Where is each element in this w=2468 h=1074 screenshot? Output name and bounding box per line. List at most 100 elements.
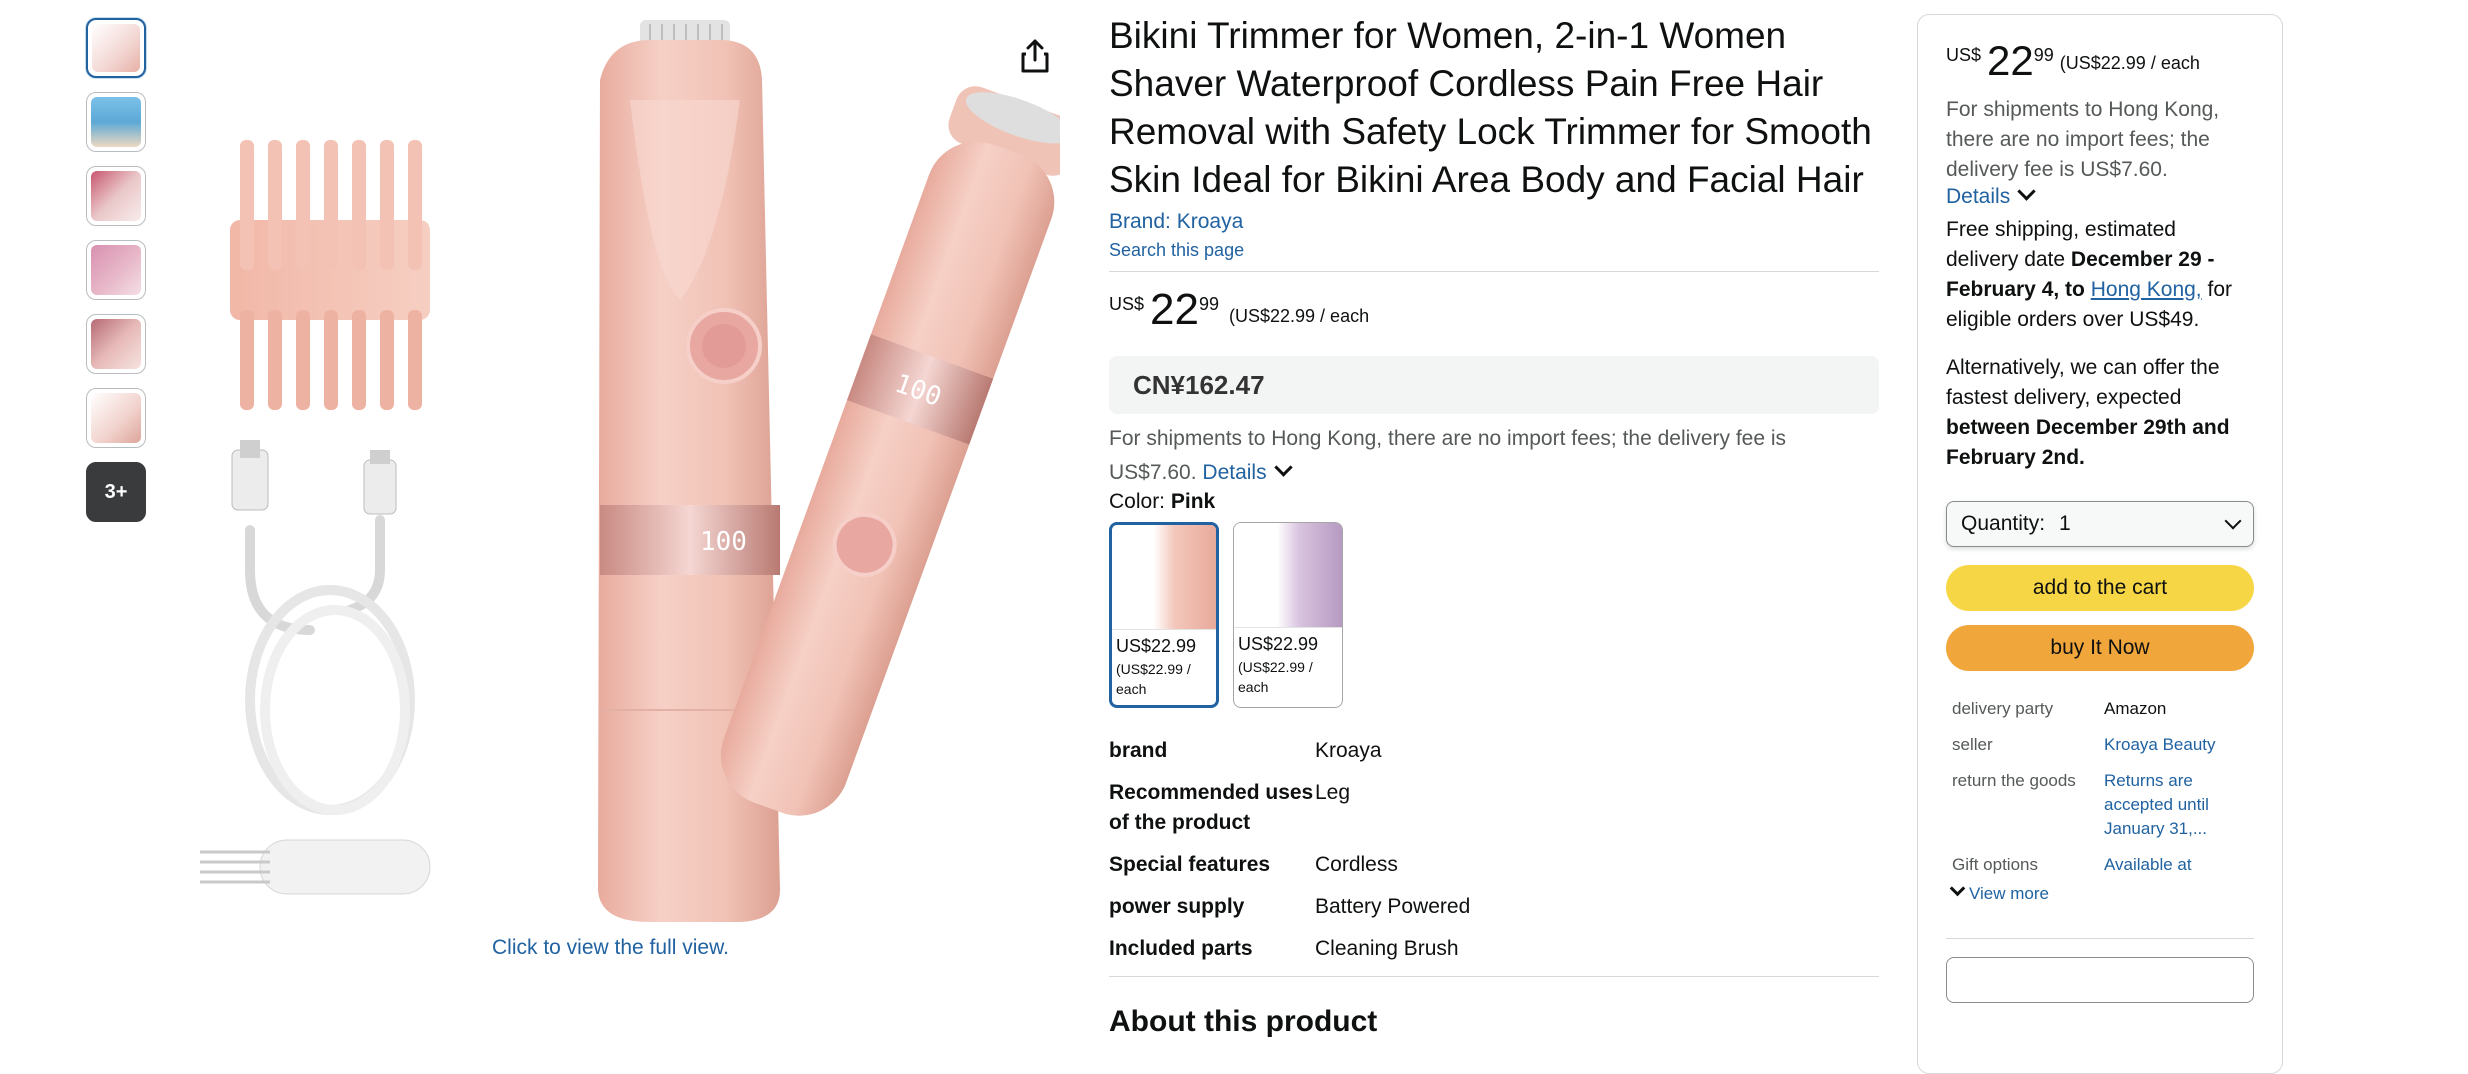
share-icon[interactable] [1020, 38, 1050, 74]
info-key: delivery party [1952, 699, 2054, 718]
price-fraction: 99 [1198, 294, 1219, 314]
product-info: Bikini Trimmer for Women, 2-in-1 Women S… [1109, 12, 1879, 1039]
main-product-image[interactable]: 100 100 [180, 10, 1060, 940]
spec-key: power supply [1109, 895, 1245, 918]
spec-row: brand Kroaya [1109, 736, 1879, 766]
divider [1946, 938, 2254, 939]
thumbnail-image [91, 245, 141, 295]
buy-box: US$ 22 99 (US$22.99 / each For shipments… [1917, 14, 2283, 1074]
thumbnail-image [92, 24, 140, 72]
price-fraction: 99 [2033, 45, 2054, 65]
divider [1109, 976, 1879, 977]
chevron-down-icon[interactable] [2017, 182, 2036, 201]
info-key: Gift options [1952, 855, 2038, 874]
about-heading: About this product [1109, 1005, 1378, 1038]
svg-text:100: 100 [700, 527, 747, 557]
fulfillment-info: delivery party Amazon seller Kroaya Beau… [1946, 697, 2254, 877]
usb-cable [245, 515, 415, 815]
search-page-link[interactable]: Search this page [1109, 240, 1879, 261]
converted-price: CN¥162.47 [1109, 356, 1879, 414]
product-specs: brand Kroaya Recommended uses of the pro… [1109, 736, 1879, 964]
info-row: delivery party Amazon [1946, 697, 2254, 721]
info-value: Amazon [2104, 699, 2167, 718]
price-symbol: US$ [1109, 294, 1145, 314]
price-whole: 22 [1150, 285, 1199, 334]
spec-value: Kroaya [1315, 739, 1382, 762]
info-key: seller [1952, 735, 1993, 754]
delivery-location-link[interactable]: Hong Kong, [2091, 278, 2202, 301]
spec-key: Included parts [1109, 937, 1253, 960]
thumbnail-image [91, 97, 141, 147]
returns-link[interactable]: Returns are accepted until January 31,..… [2104, 771, 2209, 838]
thumbnail-image [91, 171, 141, 221]
color-swatches: US$22.99 (US$22.99 / each US$22.99 (US$2… [1109, 522, 1879, 708]
price: US$ 22 99 (US$22.99 / each [1109, 286, 1879, 334]
thumbnail-4[interactable] [86, 240, 146, 300]
spec-row: Recommended uses of the product Leg [1109, 778, 1879, 838]
thumbnail-image [91, 319, 141, 369]
thumbnail-3[interactable] [86, 166, 146, 226]
details-label[interactable]: Details [1946, 185, 2010, 208]
details-link[interactable]: Details [1202, 461, 1266, 484]
chevron-down-icon [1949, 880, 1966, 897]
price-per-unit: (US$22.99 / each [1229, 306, 1370, 326]
quantity-value: 1 [2059, 512, 2071, 535]
swatch-price: US$22.99 [1238, 634, 1319, 654]
info-key: return the goods [1952, 771, 2076, 790]
quantity-select[interactable]: Quantity: 1 [1946, 501, 2254, 547]
color-value: Pink [1170, 490, 1216, 513]
spec-row: Special features Cordless [1109, 850, 1879, 880]
swatch-purple[interactable]: US$22.99 (US$22.99 / each [1233, 522, 1343, 708]
price-per-unit: (US$22.99 / each [2059, 53, 2200, 73]
info-value: Available at [2104, 853, 2254, 877]
buy-now-button[interactable]: buy It Now [1946, 625, 2254, 671]
add-to-cart-button[interactable]: add to the cart [1946, 565, 2254, 611]
comb-attachment [230, 140, 430, 410]
seller-link[interactable]: Kroaya Beauty [2104, 735, 2216, 754]
fastest-delivery-dates: between December 29th and February 2nd. [1946, 416, 2230, 469]
fastest-delivery-info: Alternatively, we can offer the fastest … [1946, 353, 2254, 473]
price-symbol: US$ [1946, 45, 1982, 65]
spec-value: Leg [1315, 781, 1351, 804]
spec-value: Cordless [1315, 853, 1398, 876]
buybox-details-link[interactable]: Details [1946, 182, 2254, 209]
info-value: Returns are accepted until January 31,..… [2104, 769, 2254, 841]
full-view-link[interactable]: Click to view the full view. [492, 936, 729, 960]
spec-value: Battery Powered [1315, 895, 1471, 918]
fastest-delivery-prefix: Alternatively, we can offer the fastest … [1946, 356, 2220, 409]
info-row: Gift options Available at [1946, 853, 2254, 877]
buybox-price: US$ 22 99 (US$22.99 / each [1946, 37, 2254, 85]
thumbnail-1[interactable] [86, 18, 146, 78]
view-more-link[interactable]: View more [1946, 880, 2254, 904]
divider [1109, 271, 1879, 272]
shipping-note: For shipments to Hong Kong, there are no… [1109, 422, 1879, 490]
quantity-label: Quantity: [1961, 512, 2046, 535]
view-more-label[interactable]: View more [1969, 884, 2049, 903]
thumbnail-6[interactable] [86, 388, 146, 448]
gift-options-link[interactable]: Available at [2104, 855, 2192, 874]
brand-link[interactable]: Brand: Kroaya [1109, 210, 1879, 234]
thumbnail-more[interactable]: 3+ [86, 462, 146, 522]
spec-row: power supply Battery Powered [1109, 892, 1879, 922]
spec-key: Special features [1109, 853, 1271, 876]
swatch-unit: (US$22.99 / each [1116, 661, 1191, 697]
spec-key: Recommended uses of the product [1109, 781, 1314, 834]
spec-row: Included parts Cleaning Brush [1109, 934, 1879, 964]
thumbnail-image [91, 393, 141, 443]
spec-key: brand [1109, 739, 1168, 762]
cleaning-brush [200, 839, 431, 895]
info-row: seller Kroaya Beauty [1946, 733, 2254, 757]
buybox-shipping-note: For shipments to Hong Kong, there are no… [1946, 98, 2220, 181]
info-row: return the goods Returns are accepted un… [1946, 769, 2254, 841]
thumbnail-5[interactable] [86, 314, 146, 374]
free-shipping-info: Free shipping, estimated delivery date D… [1946, 215, 2254, 335]
add-to-list-button[interactable] [1946, 957, 2254, 1003]
swatch-image [1112, 525, 1216, 630]
spec-value: Cleaning Brush [1315, 937, 1459, 960]
thumbnail-2[interactable] [86, 92, 146, 152]
swatch-unit: (US$22.99 / each [1238, 659, 1313, 695]
swatch-price: US$22.99 [1116, 636, 1197, 656]
chevron-down-icon[interactable] [1273, 458, 1293, 477]
swatch-pink[interactable]: US$22.99 (US$22.99 / each [1109, 522, 1219, 708]
color-label: Color: [1109, 490, 1166, 513]
